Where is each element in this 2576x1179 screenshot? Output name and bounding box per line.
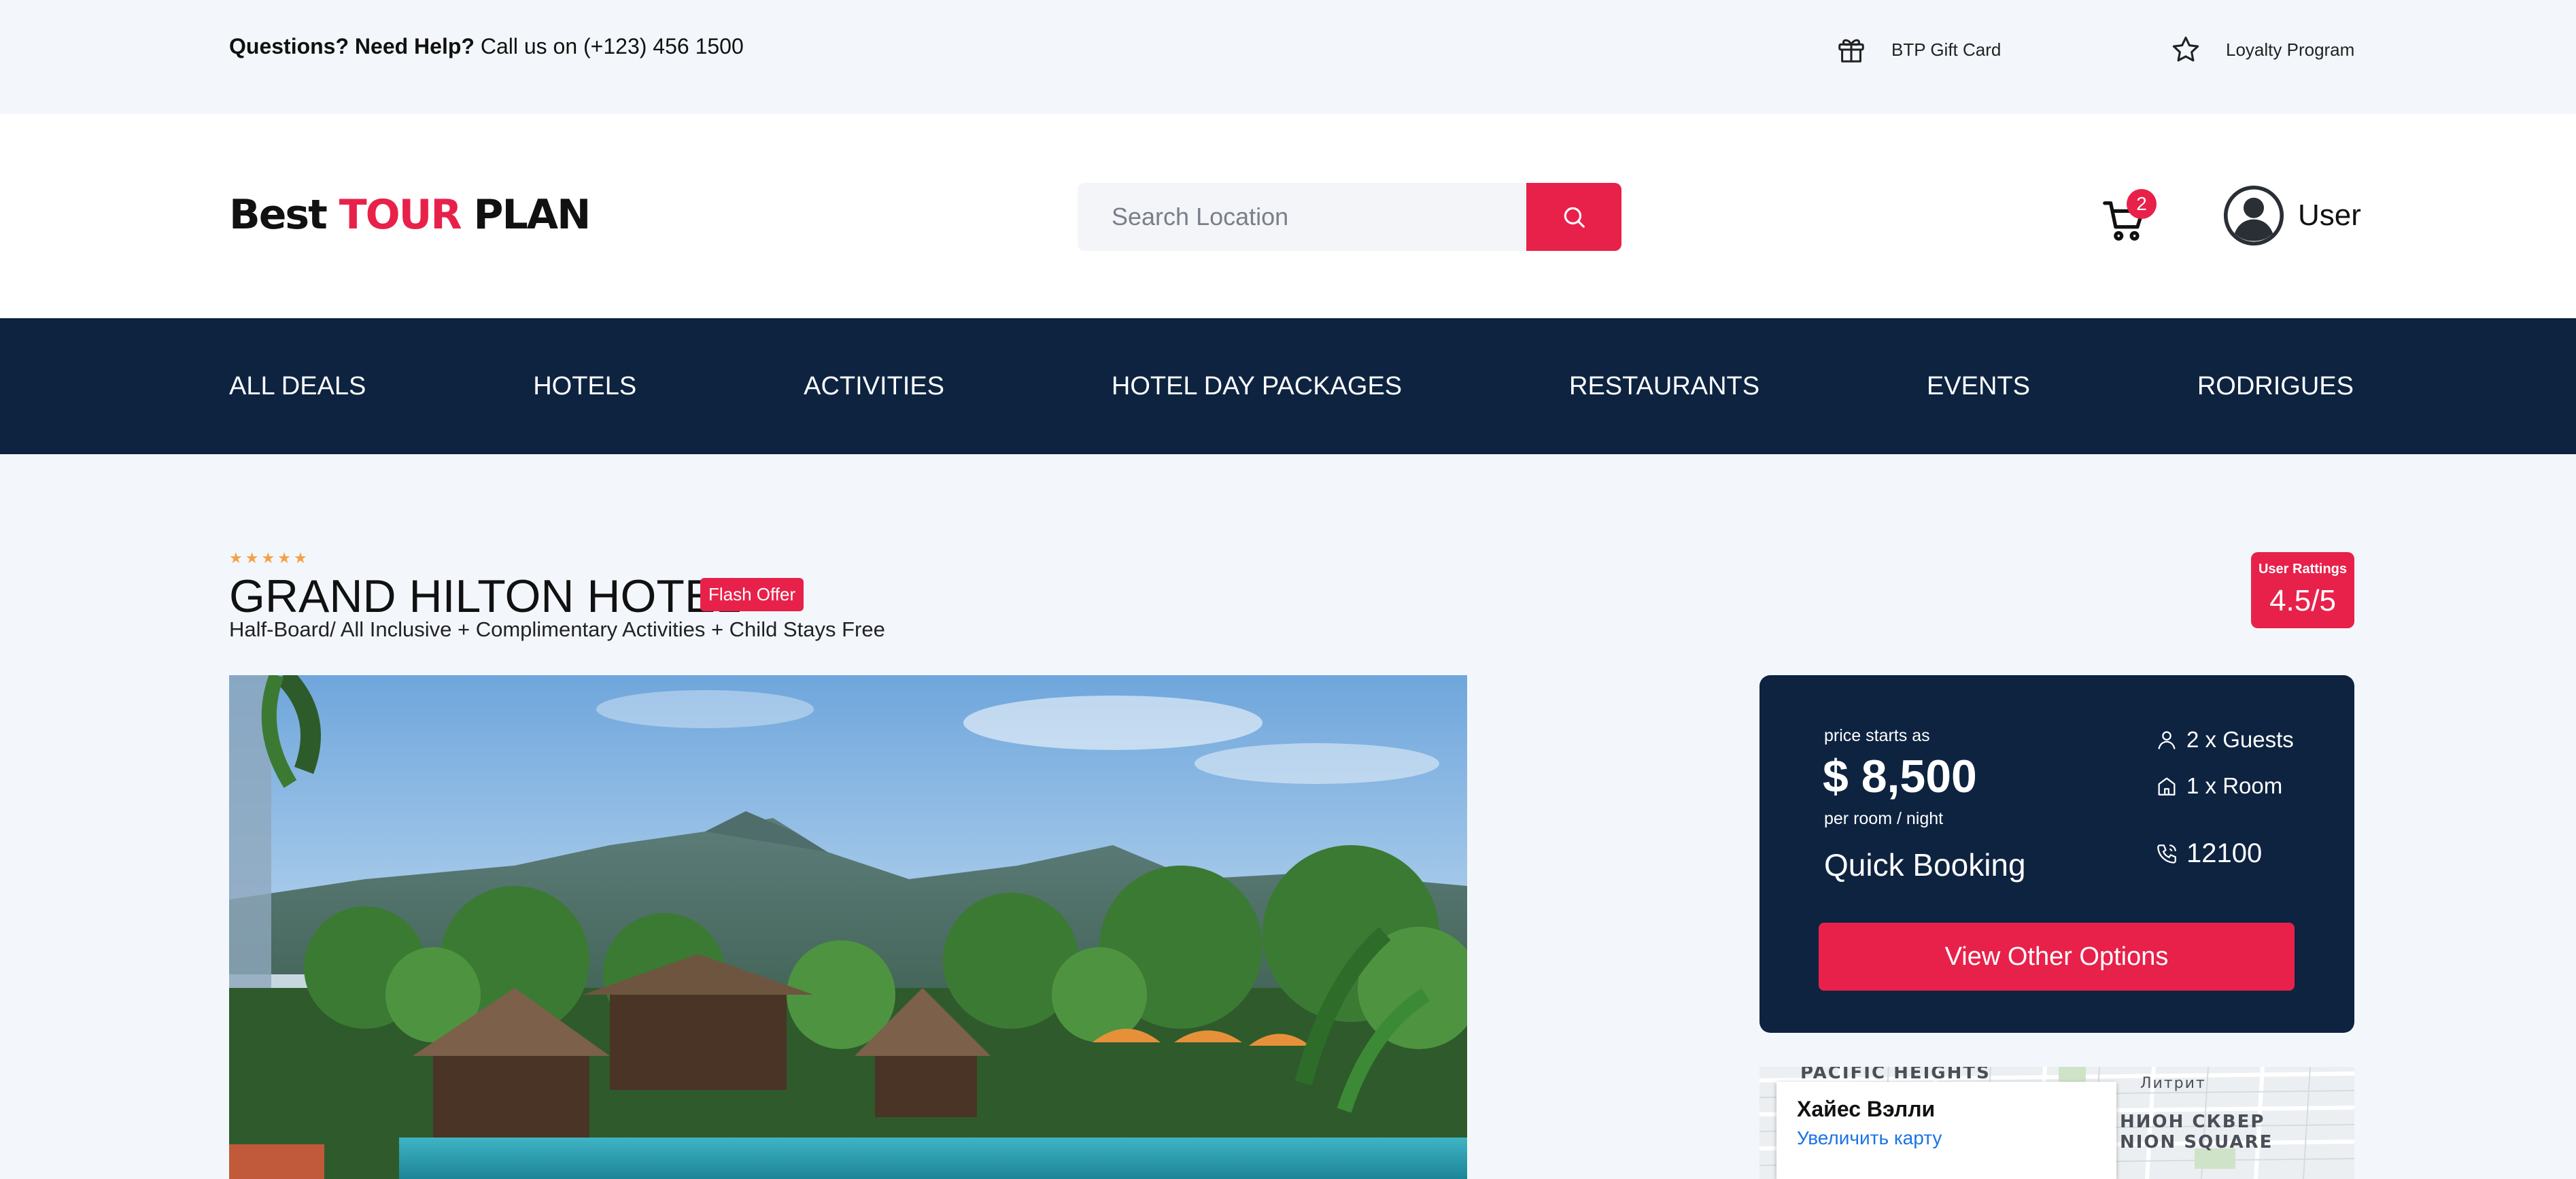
nav-item-rodrigues[interactable]: RODRIGUES bbox=[2197, 372, 2354, 401]
hotel-star-rating: ★ ★ ★ ★ ★ bbox=[229, 549, 307, 567]
star-icon bbox=[2172, 36, 2199, 62]
help-bold: Questions? Need Help? bbox=[229, 34, 475, 58]
guests-value: 2 x Guests bbox=[2186, 727, 2294, 752]
home-icon bbox=[2158, 777, 2176, 796]
nav-item-activities[interactable]: ACTIVITIES bbox=[804, 372, 944, 401]
help-line: Questions? Need Help? Call us on (+123) … bbox=[229, 34, 744, 59]
map-place-name: Хайес Вэлли bbox=[1797, 1097, 1936, 1121]
logo-word-tour: TOUR bbox=[339, 191, 462, 239]
cart-count-badge: 2 bbox=[2127, 189, 2157, 219]
loyalty-program-link[interactable]: Loyalty Program bbox=[2170, 34, 2354, 65]
price-value: $ 8,500 bbox=[1823, 751, 1977, 802]
nav-item-events[interactable]: EVENTS bbox=[1927, 372, 2030, 401]
flash-offer-badge: Flash Offer bbox=[700, 578, 804, 611]
rating-star-icon: ★ bbox=[277, 549, 291, 566]
person-icon bbox=[2158, 731, 2176, 749]
cart-button[interactable]: 2 bbox=[2101, 189, 2157, 243]
search-input[interactable] bbox=[1078, 183, 1526, 251]
help-phone: Call us on (+123) 456 1500 bbox=[474, 34, 744, 58]
phone-icon bbox=[2157, 844, 2176, 864]
hotel-name: GRAND HILTON HOTEL bbox=[229, 570, 742, 622]
search-icon bbox=[1564, 207, 1585, 228]
user-menu[interactable]: User bbox=[2223, 185, 2361, 246]
price-starts-label: price starts as bbox=[1824, 726, 1930, 745]
map-label-pacific-heights: PACIFIC HEIGHTS bbox=[1800, 1067, 1991, 1083]
rating-star-icon: ★ bbox=[293, 549, 307, 566]
nav-item-all-deals[interactable]: ALL DEALS bbox=[229, 372, 366, 401]
gift-card-link[interactable]: BTP Gift Card bbox=[1836, 34, 2001, 65]
phone-number[interactable]: 12100 bbox=[2155, 838, 2262, 869]
nav-item-hotels[interactable]: HOTELS bbox=[533, 372, 636, 401]
rating-star-icon: ★ bbox=[261, 549, 275, 566]
map-label-street: Литрит bbox=[2140, 1075, 2206, 1092]
nav-item-restaurants[interactable]: RESTAURANTS bbox=[1569, 372, 1759, 401]
site-header: Best TOUR PLAN 2 User bbox=[0, 114, 2576, 318]
rating-star-icon: ★ bbox=[229, 549, 243, 566]
user-rating-label: User Rattings bbox=[2258, 562, 2348, 577]
user-rating-badge: User Rattings 4.5/5 bbox=[2251, 552, 2354, 628]
guests-selector[interactable]: 2 x Guests bbox=[2155, 727, 2294, 753]
user-avatar-icon bbox=[2223, 185, 2284, 246]
user-label: User bbox=[2298, 199, 2361, 232]
location-search bbox=[1078, 183, 1621, 251]
location-map[interactable]: PACIFIC HEIGHTS Литрит НИОН СКВЕР NION S… bbox=[1759, 1067, 2354, 1179]
site-logo[interactable]: Best TOUR PLAN bbox=[229, 191, 591, 239]
room-value: 1 x Room bbox=[2186, 773, 2283, 798]
map-place-card: Хайес Вэлли Увеличить карту bbox=[1776, 1082, 2116, 1179]
hotel-subtitle: Half-Board/ All Inclusive + Complimentar… bbox=[229, 617, 885, 641]
map-label-union-square-ru: НИОН СКВЕР bbox=[2120, 1112, 2265, 1132]
top-utility-bar: Questions? Need Help? Call us on (+123) … bbox=[0, 0, 2576, 114]
nav-item-hotel-day-packages[interactable]: HOTEL DAY PACKAGES bbox=[1112, 372, 1402, 401]
resort-photo bbox=[229, 675, 1467, 1179]
quick-booking-title: Quick Booking bbox=[1824, 847, 2026, 883]
user-rating-value: 4.5/5 bbox=[2269, 584, 2336, 617]
quick-booking-card: price starts as $ 8,500 per room / night… bbox=[1759, 675, 2354, 1033]
map-label-union-square-en: NION SQUARE bbox=[2120, 1132, 2273, 1152]
gift-card-label: BTP Gift Card bbox=[1891, 39, 2002, 60]
view-other-options-button[interactable]: View Other Options bbox=[1819, 923, 2295, 991]
gift-icon bbox=[1838, 39, 1864, 63]
room-selector[interactable]: 1 x Room bbox=[2155, 773, 2282, 799]
map-enlarge-link[interactable]: Увеличить карту bbox=[1797, 1127, 2096, 1149]
search-button[interactable] bbox=[1526, 183, 1621, 251]
loyalty-program-label: Loyalty Program bbox=[2226, 39, 2355, 60]
main-nav: ALL DEALS HOTELS ACTIVITIES HOTEL DAY PA… bbox=[0, 318, 2576, 454]
logo-word-best: Best bbox=[229, 191, 339, 239]
phone-value: 12100 bbox=[2186, 838, 2263, 868]
hotel-hero-image[interactable] bbox=[229, 675, 1467, 1179]
rating-star-icon: ★ bbox=[245, 549, 259, 566]
logo-word-plan: PLAN bbox=[460, 191, 591, 239]
price-per-label: per room / night bbox=[1824, 809, 1944, 828]
